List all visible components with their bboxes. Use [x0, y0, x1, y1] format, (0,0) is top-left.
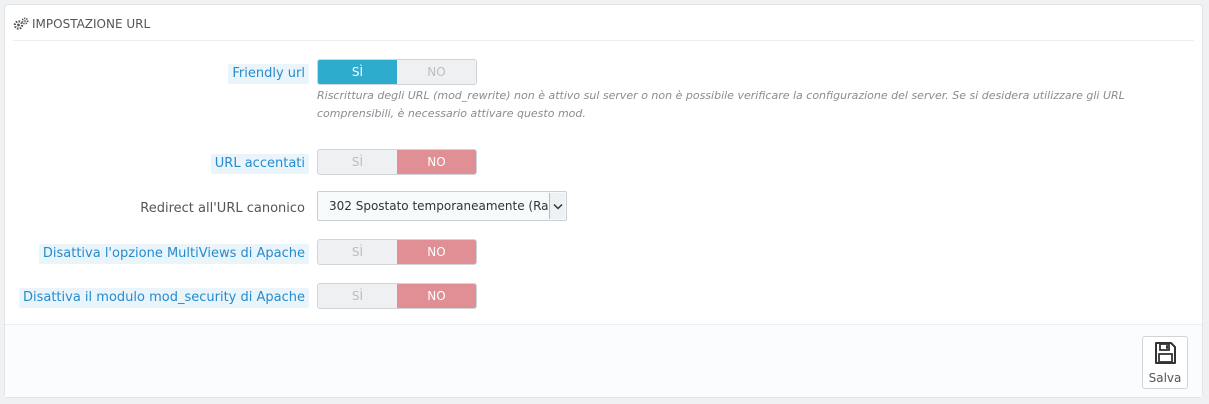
panel-heading: IMPOSTAZIONE URL [13, 8, 1194, 41]
mod-security-switch: SÌ NO [317, 283, 477, 309]
accented-url-no[interactable]: NO [397, 150, 476, 174]
settings-panel: IMPOSTAZIONE URL Friendly url SÌ NO Risc… [4, 4, 1203, 398]
save-button[interactable]: Salva [1142, 336, 1188, 389]
friendly-url-yes[interactable]: SÌ [318, 60, 397, 84]
friendly-url-help: Riscrittura degli URL (mod_rewrite) non … [317, 89, 1125, 120]
friendly-url-no[interactable]: NO [397, 60, 476, 84]
cogs-icon [13, 17, 29, 31]
friendly-url-label[interactable]: Friendly url [228, 64, 309, 84]
multiviews-no[interactable]: NO [397, 240, 476, 264]
multiviews-switch: SÌ NO [317, 239, 477, 265]
accented-url-yes[interactable]: SÌ [318, 150, 397, 174]
multiviews-yes[interactable]: SÌ [318, 240, 397, 264]
canonical-redirect-select[interactable]: 302 Spostato temporaneamente (Racc [317, 191, 567, 221]
mod-security-no[interactable]: NO [397, 284, 476, 308]
mod-security-yes[interactable]: SÌ [318, 284, 397, 308]
canonical-redirect-label: Redirect all'URL canonico [140, 201, 305, 216]
mod-security-label[interactable]: Disattiva il modulo mod_security di Apac… [18, 288, 309, 308]
chevron-down-icon[interactable] [549, 193, 565, 219]
accented-url-switch: SÌ NO [317, 149, 477, 175]
accented-url-label[interactable]: URL accentati [210, 154, 309, 174]
canonical-redirect-value: 302 Spostato temporaneamente (Racc [329, 199, 549, 213]
multiviews-label[interactable]: Disattiva l'opzione MultiViews di Apache [38, 244, 309, 264]
panel-title: IMPOSTAZIONE URL [32, 17, 151, 31]
panel-footer: Salva [5, 324, 1202, 397]
floppy-disk-icon [1153, 341, 1177, 369]
friendly-url-switch: SÌ NO [317, 59, 477, 85]
save-label: Salva [1148, 370, 1182, 385]
